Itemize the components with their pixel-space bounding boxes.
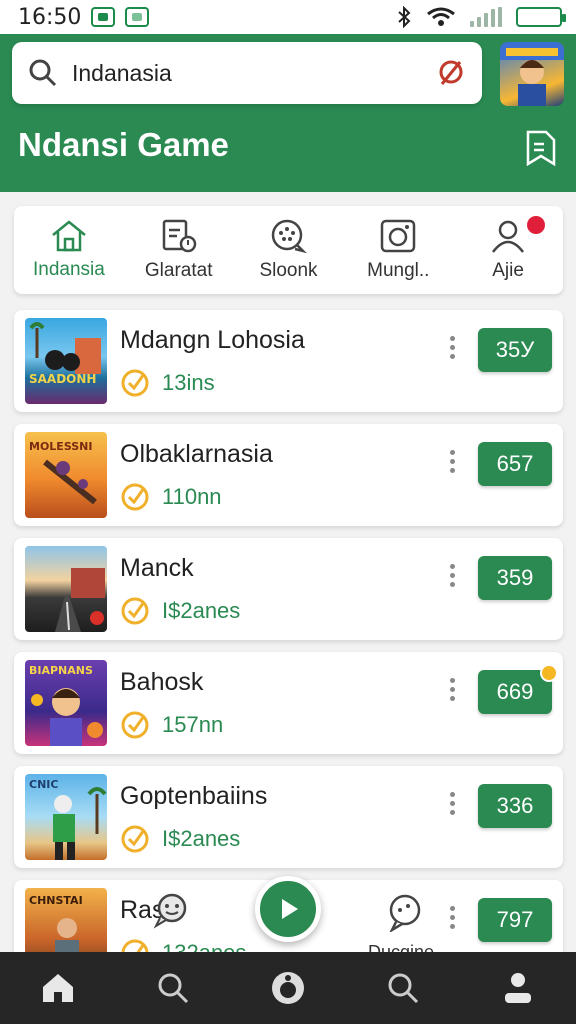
game-thumbnail: CNIC [25, 774, 107, 860]
game-card[interactable]: CNIC Goptenbaiins I$2anes 336 [14, 766, 563, 868]
nav-home[interactable] [0, 952, 115, 1024]
game-card[interactable]: BIAPNANS Bahosk 157nn 669 [14, 652, 563, 754]
thumbnail-title: CHNSTAI [29, 894, 83, 907]
thumbnail-title: MOLESSNI [29, 440, 93, 453]
app-header: Ndansi Game [0, 34, 576, 192]
game-card[interactable]: Manck I$2anes 359 [14, 538, 563, 640]
check-circle-icon [121, 711, 149, 739]
game-meta: 13ins [120, 368, 215, 398]
thumbnail-title: SAADONH [29, 372, 97, 386]
battery-icon [516, 7, 566, 27]
camera-icon [381, 219, 416, 253]
notification-badge [526, 216, 545, 234]
game-title: Bahosk [120, 668, 204, 696]
nav-explore[interactable] [346, 952, 461, 1024]
game-meta-text: I$2anes [162, 826, 241, 851]
thumbnail-title: BIAPNANS [29, 664, 93, 677]
game-title: Manck [120, 554, 194, 582]
chat-bubble-icon[interactable] [386, 892, 424, 932]
bottom-nav [0, 952, 576, 1024]
voice-search-icon[interactable] [436, 58, 466, 88]
profile-icon [505, 973, 532, 1003]
more-options-icon[interactable] [450, 336, 455, 359]
tab-label: Glaratat [144, 260, 213, 281]
thumbnail-title: CNIC [29, 778, 59, 791]
score-button[interactable]: 657 [478, 442, 552, 486]
game-thumbnail: SAADONH [25, 318, 107, 404]
signal-icon [470, 7, 502, 27]
tab-mungl[interactable]: Mungl.. [343, 206, 453, 294]
tab-sloonk[interactable]: Sloonk [234, 206, 344, 294]
status-time: 16:50 [18, 4, 82, 30]
tab-glaratat[interactable]: Glaratat [124, 206, 234, 294]
more-options-icon[interactable] [450, 450, 455, 473]
search-icon [158, 973, 188, 1004]
game-meta-text: I$2anes [162, 598, 241, 623]
tab-label: Mungl.. [367, 260, 430, 281]
home-icon [52, 220, 86, 252]
tab-indansia[interactable]: Indansia [14, 206, 124, 294]
search-icon [29, 59, 57, 87]
search-icon [388, 973, 419, 1004]
more-options-icon[interactable] [450, 792, 455, 815]
game-meta-text: 110nn [162, 484, 222, 509]
user-avatar[interactable] [500, 42, 564, 106]
play-icon [282, 899, 298, 919]
game-title: Mdangn Lohosia [120, 326, 305, 354]
coin-icon [540, 664, 558, 682]
tab-label: Indansia [32, 259, 105, 280]
calendar-clock-icon [162, 219, 196, 253]
check-circle-icon [121, 825, 149, 853]
game-thumbnail [25, 546, 107, 632]
status-bar: 16:50 [0, 0, 576, 34]
score-button[interactable]: 35У [478, 328, 552, 372]
more-options-icon[interactable] [450, 678, 455, 701]
wifi-icon [427, 7, 455, 26]
more-options-icon[interactable] [450, 906, 455, 929]
check-circle-icon [121, 483, 149, 511]
image-icon [125, 7, 150, 27]
check-circle-icon [121, 597, 149, 625]
home-icon [42, 974, 73, 1002]
notification-icon [91, 7, 116, 27]
game-title: Goptenbaiins [120, 782, 268, 810]
game-meta-text: 13ins [162, 370, 215, 395]
chat-dots-icon [272, 219, 308, 254]
check-circle-icon [121, 369, 149, 397]
game-meta: I$2anes [120, 596, 240, 626]
search-input[interactable] [72, 59, 436, 87]
tab-label: Ajie [492, 260, 524, 281]
score-value: 669 [496, 679, 534, 704]
tab-ajie[interactable]: Ajie [453, 206, 563, 294]
page-title: Ndansi Game [18, 126, 229, 163]
nav-search[interactable] [115, 952, 230, 1024]
game-card[interactable]: SAADONH Mdangn Lohosia 13ins 35У [14, 310, 563, 412]
bluetooth-icon [398, 6, 411, 28]
search-bar[interactable] [12, 42, 482, 104]
face-chat-icon[interactable] [152, 892, 192, 930]
score-button[interactable]: 797 [478, 898, 552, 942]
game-thumbnail: BIAPNANS [25, 660, 107, 746]
game-title: Olbaklarnasia [120, 440, 273, 468]
nav-record[interactable] [230, 952, 345, 1024]
game-meta: 157nn [120, 710, 223, 740]
game-meta: I$2anes [120, 824, 240, 854]
bookmark-doc-icon[interactable] [524, 130, 558, 166]
game-card[interactable]: MOLESSNI Olbaklarnasia 110nn 657 [14, 424, 563, 526]
game-meta-text: 157nn [162, 712, 224, 737]
score-button[interactable]: 336 [478, 784, 552, 828]
nav-profile[interactable] [461, 952, 576, 1024]
game-thumbnail: MOLESSNI [25, 432, 107, 518]
avatar-art [500, 42, 564, 106]
score-button[interactable]: 669 [478, 664, 558, 714]
game-meta: 110nn [120, 482, 222, 512]
category-tabs: Indansia Glaratat Sloonk Mungl.. Ajie [14, 206, 563, 294]
play-button[interactable] [255, 876, 321, 942]
score-button[interactable]: 359 [478, 556, 552, 600]
record-icon [272, 972, 304, 1004]
user-icon [492, 220, 525, 253]
more-options-icon[interactable] [450, 564, 455, 587]
tab-label: Sloonk [259, 260, 318, 281]
